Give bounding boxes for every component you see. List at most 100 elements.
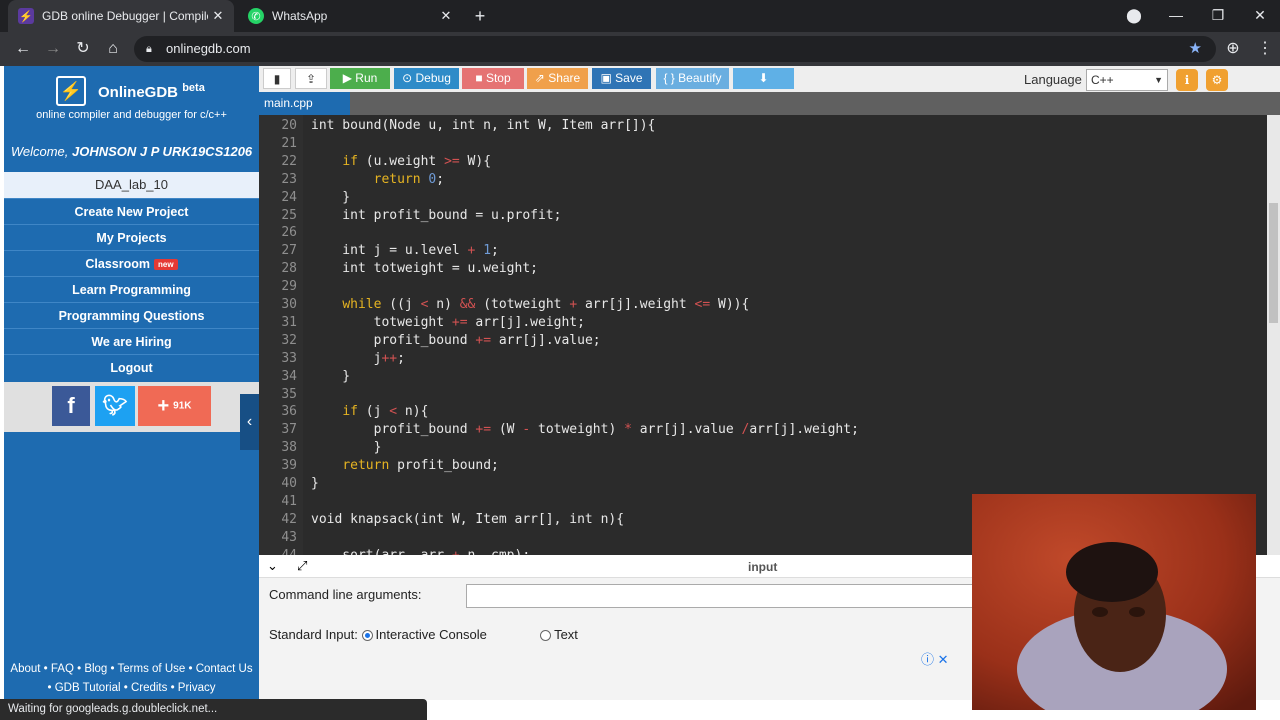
- line-number: 34: [281, 368, 297, 384]
- menu-learn-programming[interactable]: Learn Programming: [4, 276, 259, 302]
- expand-icon[interactable]: ⤢: [297, 558, 307, 574]
- code-text: if (u.weight >= W){: [342, 153, 492, 169]
- address-bar[interactable]: 🔒︎ onlinegdb.com ★: [134, 36, 1216, 62]
- language-label: Language: [1024, 72, 1082, 87]
- scrollbar-thumb[interactable]: [1269, 203, 1278, 323]
- menu-kebab-icon[interactable]: ⋮: [1252, 36, 1278, 62]
- share-button[interactable]: ⇗ Share: [527, 68, 588, 89]
- beautify-button[interactable]: { } Beautify: [656, 68, 729, 89]
- code-line[interactable]: 32 profit_bound += arr[j].value;: [259, 332, 600, 350]
- new-tab-button[interactable]: +: [470, 4, 490, 28]
- code-editor[interactable]: 20 int bound(Node u, int n, int W, Item a…: [259, 115, 1271, 555]
- code-line[interactable]: 22 if (u.weight >= W){: [259, 153, 491, 171]
- stop-button[interactable]: ■ Stop: [462, 68, 524, 89]
- new-file-icon[interactable]: ▮: [263, 68, 291, 89]
- social-share-area: f 🐦︎ +91K: [4, 382, 259, 432]
- welcome-text: Welcome, JOHNSON J P URK19CS1206: [10, 144, 253, 159]
- code-line[interactable]: 36 if (j < n){: [259, 403, 428, 421]
- menu-programming-questions[interactable]: Programming Questions: [4, 302, 259, 328]
- code-line[interactable]: 39 return profit_bound;: [259, 457, 499, 475]
- code-line[interactable]: 38 }: [259, 439, 381, 457]
- code-line[interactable]: 29: [259, 278, 297, 296]
- code-line[interactable]: 30 while ((j < n) && (totweight + arr[j]…: [259, 296, 749, 314]
- menu-classroom[interactable]: Classroom new: [4, 250, 259, 276]
- debug-button[interactable]: ⊙ Debug: [394, 68, 459, 89]
- code-line[interactable]: 20 int bound(Node u, int n, int W, Item a…: [259, 117, 655, 135]
- browser-tab-gdb[interactable]: ⚡ GDB online Debugger | Compiler ✕: [8, 0, 234, 32]
- save-button[interactable]: ▣ Save: [592, 68, 651, 89]
- home-icon[interactable]: ⌂: [100, 36, 126, 62]
- tab-title: WhatsApp: [272, 9, 328, 23]
- code-line[interactable]: 44 sort(arr, arr + n, cmp);: [259, 547, 530, 555]
- gear-icon[interactable]: ⚙: [1206, 69, 1228, 91]
- code-line[interactable]: 35: [259, 386, 297, 404]
- code-line[interactable]: 27 int j = u.level + 1;: [259, 242, 499, 260]
- code-text: if (j < n){: [342, 404, 429, 420]
- code-line[interactable]: 21: [259, 135, 297, 153]
- close-tab-icon[interactable]: ✕: [208, 8, 228, 24]
- code-line[interactable]: 37 profit_bound += (W - totweight) * arr…: [259, 421, 859, 439]
- code-line[interactable]: 42 void knapsack(int W, Item arr[], int n…: [259, 511, 624, 529]
- code-line[interactable]: 41: [259, 493, 297, 511]
- new-badge: new: [154, 258, 178, 270]
- code-line[interactable]: 40}: [259, 475, 318, 493]
- line-number: 43: [281, 529, 297, 545]
- left-sidebar: ⚡ OnlineGDB beta online compiler and deb…: [4, 66, 259, 700]
- menu-we-are-hiring[interactable]: We are Hiring: [4, 328, 259, 354]
- bookmark-star-icon[interactable]: ★: [1189, 36, 1202, 62]
- collapse-chevron-icon[interactable]: ⌄: [267, 558, 278, 574]
- menu-logout[interactable]: Logout: [4, 354, 259, 380]
- code-line[interactable]: 25 int profit_bound = u.profit;: [259, 207, 561, 225]
- browser-tab-whatsapp[interactable]: ✆ WhatsApp ✕: [238, 0, 462, 32]
- plus-icon: +: [157, 395, 170, 417]
- code-line[interactable]: 23 return 0;: [259, 171, 444, 189]
- maximize-button[interactable]: ❐: [1198, 0, 1238, 32]
- share-plus-button[interactable]: +91K: [138, 386, 211, 426]
- extension-icon[interactable]: ⊕: [1220, 36, 1246, 62]
- window-close-button[interactable]: ✕: [1240, 0, 1280, 32]
- menu-my-projects[interactable]: My Projects: [4, 224, 259, 250]
- tagline: online compiler and debugger for c/c++: [36, 109, 227, 121]
- code-text: void knapsack(int W, Item arr[], int n){: [311, 511, 625, 527]
- twitter-icon[interactable]: 🐦︎: [95, 386, 135, 426]
- code-line[interactable]: 31 totweight += arr[j].weight;: [259, 314, 585, 332]
- code-line[interactable]: 26: [259, 224, 297, 242]
- line-number: 44: [259, 547, 297, 555]
- ad-close-icon[interactable]: ⓘ ✕: [921, 649, 949, 668]
- interactive-console-radio[interactable]: [361, 630, 373, 642]
- profile-dropdown-icon[interactable]: ⬤: [1114, 0, 1154, 32]
- run-button[interactable]: ▶ Run: [330, 68, 390, 89]
- facebook-icon[interactable]: f: [52, 386, 90, 426]
- menu-create-new-project[interactable]: Create New Project: [4, 198, 259, 224]
- line-number: 25: [281, 207, 297, 223]
- code-line[interactable]: 34 }: [259, 368, 350, 386]
- language-select[interactable]: C++ ▼: [1086, 69, 1168, 91]
- text-radio[interactable]: [540, 630, 552, 642]
- file-tab-main-cpp[interactable]: main.cpp: [259, 92, 350, 115]
- play-icon: ▶: [342, 71, 352, 85]
- line-number: 20: [281, 118, 297, 133]
- collapse-sidebar-chevron-icon[interactable]: ‹: [240, 394, 259, 450]
- line-number: 32: [281, 332, 297, 348]
- code-line[interactable]: 43: [259, 529, 297, 547]
- minimize-button[interactable]: —: [1156, 0, 1196, 32]
- line-number: 23: [281, 171, 297, 187]
- info-icon[interactable]: ℹ: [1176, 69, 1198, 91]
- code-line[interactable]: 24 }: [259, 189, 350, 207]
- footer-links[interactable]: About • FAQ • Blog • Terms of Use • Cont…: [4, 660, 259, 698]
- line-number: 27: [281, 243, 297, 259]
- onlinegdb-logo[interactable]: ⚡ OnlineGDB beta online compiler and deb…: [4, 66, 259, 132]
- command-line-arguments-input[interactable]: [466, 584, 986, 608]
- close-tab-icon[interactable]: ✕: [436, 8, 456, 24]
- gdb-bolt-icon: ⚡: [18, 8, 34, 24]
- upload-icon[interactable]: ⇪: [295, 68, 327, 89]
- reload-icon[interactable]: ↻: [70, 36, 96, 62]
- code-line[interactable]: 28 int totweight = u.weight;: [259, 260, 538, 278]
- forward-arrow-icon[interactable]: →: [40, 36, 66, 62]
- current-project[interactable]: DAA_lab_10: [4, 172, 259, 198]
- code-line[interactable]: 33 j++;: [259, 350, 405, 368]
- editor-scrollbar[interactable]: [1267, 115, 1280, 555]
- download-icon[interactable]: ⬇: [733, 68, 794, 89]
- command-line-arguments-label: Command line arguments:: [269, 587, 422, 602]
- back-arrow-icon[interactable]: ←: [10, 36, 36, 62]
